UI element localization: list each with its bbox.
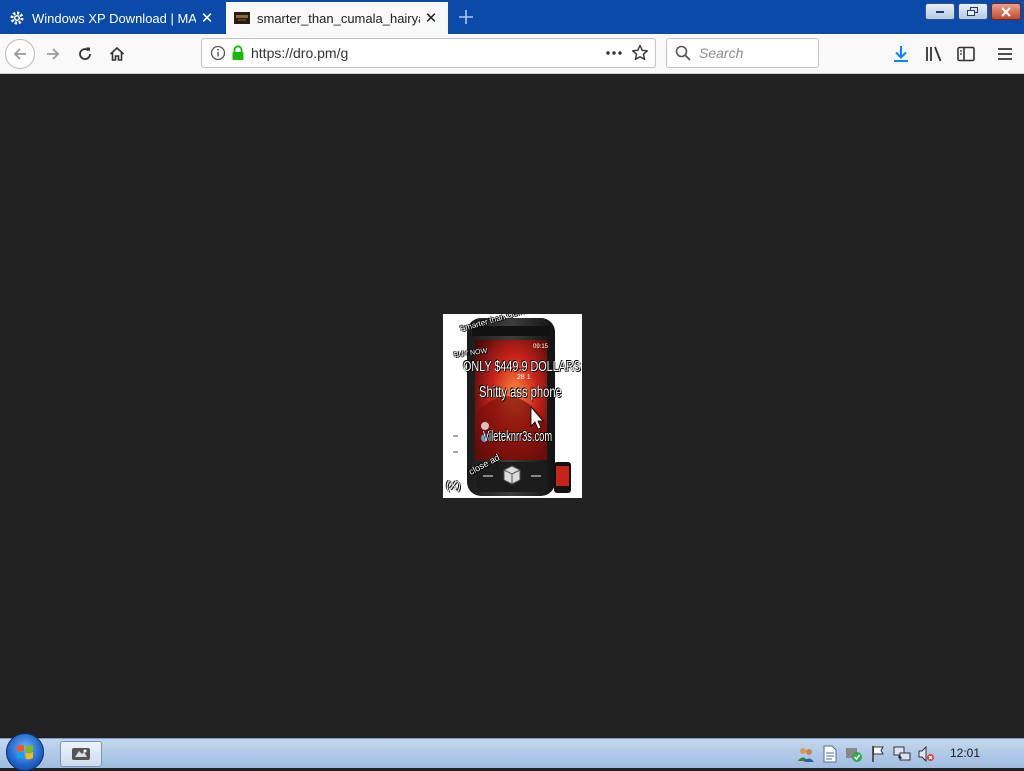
hamburger-menu-icon: [998, 48, 1012, 60]
page-content: Smarter than Cumala Hairy ass BUY NOW 09…: [0, 74, 1024, 738]
volume-muted-icon: [918, 745, 934, 763]
search-bar[interactable]: [666, 38, 819, 68]
minimize-icon: [936, 10, 944, 13]
reload-icon: [79, 47, 91, 60]
downloads-button[interactable]: [886, 39, 916, 69]
tab-windows-xp-download[interactable]: Windows XP Download | MAS ✕: [0, 2, 224, 34]
users-icon: [798, 748, 814, 762]
ad-phone-clock: 09:15: [533, 344, 549, 350]
info-icon[interactable]: [210, 45, 226, 61]
document-tray-icon[interactable]: [821, 745, 839, 763]
ad-price-line: ONLY $449.9 DOLLARS: [463, 358, 581, 375]
security-check-icon: [846, 748, 862, 762]
navigation-toolbar: https://dro.pm/g: [0, 34, 1024, 74]
back-button[interactable]: [5, 39, 35, 69]
network-tray-icon[interactable]: [893, 745, 911, 763]
ad-phone-time: 28 1: [517, 374, 531, 381]
library-icon: [926, 46, 942, 62]
library-button[interactable]: [919, 39, 949, 69]
volume-tray-icon[interactable]: [917, 745, 935, 763]
close-icon: [1001, 6, 1011, 17]
bookmark-star-icon[interactable]: [631, 44, 649, 62]
url-text[interactable]: https://dro.pm/g: [251, 45, 605, 61]
network-icon: [893, 746, 911, 761]
ad-site-line: Vileteknrr3s.com: [483, 428, 553, 445]
home-button[interactable]: [102, 39, 132, 69]
reload-button[interactable]: [70, 39, 100, 69]
menu-button[interactable]: [990, 39, 1020, 69]
arrow-right-icon: [47, 48, 60, 60]
close-icon[interactable]: ✕: [420, 7, 442, 29]
new-tab-button[interactable]: [452, 4, 480, 30]
address-bar[interactable]: https://dro.pm/g: [201, 38, 656, 68]
arrow-left-icon: [13, 48, 26, 60]
sidebar-icon: [957, 46, 975, 62]
page-favicon-icon: [234, 12, 250, 24]
close-icon[interactable]: ✕: [196, 7, 218, 29]
plus-icon: [459, 10, 473, 24]
action-center-tray-icon[interactable]: [869, 745, 887, 763]
gear-icon: [10, 11, 24, 25]
home-icon: [109, 46, 125, 61]
restore-button[interactable]: [958, 3, 988, 20]
start-button[interactable]: [6, 733, 44, 771]
ad-close-button[interactable]: (X): [446, 480, 461, 492]
search-input[interactable]: [697, 44, 811, 62]
taskbar-item-browser[interactable]: [60, 741, 102, 767]
security-tray-icon[interactable]: [845, 745, 863, 763]
taskbar: 12:01: [0, 733, 1024, 771]
search-icon: [675, 45, 691, 61]
taskbar-clock[interactable]: 12:01: [950, 746, 980, 760]
flag-icon: [872, 746, 884, 762]
user-tray-icon[interactable]: [797, 745, 815, 763]
tab-smarter-than[interactable]: smarter_than_cumala_hairyass ✕: [226, 2, 448, 34]
ad-image[interactable]: Smarter than Cumala Hairy ass BUY NOW 09…: [443, 314, 582, 498]
document-icon: [823, 745, 837, 763]
windows-logo-icon: [17, 745, 33, 760]
ad-product-line: Shitty ass phone: [479, 384, 562, 401]
tab-strip: Windows XP Download | MAS ✕ smarter_than…: [0, 0, 1024, 34]
tab-title: Windows XP Download | MAS: [32, 10, 196, 26]
tab-title: smarter_than_cumala_hairyass: [257, 10, 420, 26]
page-actions-icon[interactable]: [605, 45, 623, 61]
program-icon: [72, 748, 90, 760]
download-arrow-icon: [894, 46, 908, 62]
lock-icon[interactable]: [231, 45, 245, 61]
minimize-button[interactable]: [925, 3, 955, 20]
restore-icon: [967, 6, 978, 16]
sidebar-toggle-button[interactable]: [951, 39, 981, 69]
close-window-button[interactable]: [991, 3, 1021, 20]
forward-button[interactable]: [38, 39, 68, 69]
phone-illustration: [453, 318, 571, 496]
